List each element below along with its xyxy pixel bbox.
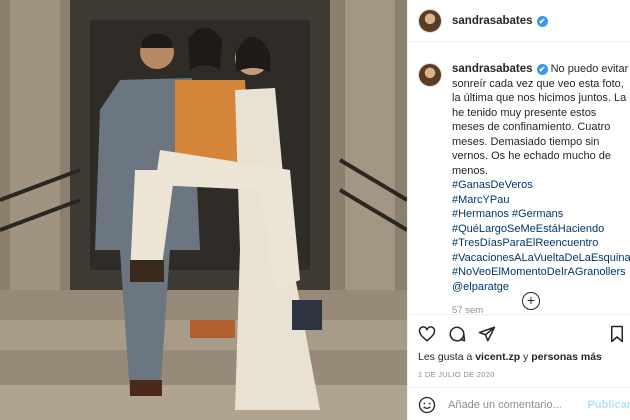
share-icon[interactable]: [478, 325, 496, 343]
publish-button[interactable]: Publicar: [588, 399, 630, 411]
caption-block: sandrasabates ✔ No puedo evitar sonreír c…: [418, 62, 630, 319]
comment-icon[interactable]: [448, 325, 466, 343]
post-side-panel: sandrasabates ✔ sandrasabates ✔ No puedo e…: [407, 0, 630, 420]
emoji-icon[interactable]: [418, 396, 436, 414]
post-date[interactable]: 1 DE JULIO DE 2020: [418, 370, 495, 379]
comment-input[interactable]: [448, 398, 578, 411]
caption-username[interactable]: sandrasabates ✔: [452, 63, 548, 75]
username-header[interactable]: sandrasabates ✔: [452, 15, 548, 27]
verified-icon: ✔: [536, 15, 548, 27]
hashtag[interactable]: #NoVeoElMomentoDeIrAGranollers: [452, 265, 630, 280]
post-actions: Les gusta a vicent.zp y personas más 1 D…: [408, 314, 630, 420]
likes-others[interactable]: personas más: [531, 351, 602, 363]
mention[interactable]: @elparatge: [452, 280, 630, 295]
caption-verified-icon: ✔: [536, 64, 548, 75]
hashtag[interactable]: #MarcYPau: [452, 193, 630, 208]
action-icons: [418, 325, 496, 343]
post-photo[interactable]: [0, 0, 407, 420]
likes-suffix: y: [520, 351, 532, 363]
photo-illustration: [0, 0, 407, 420]
caption-text-block: sandrasabates ✔ No puedo evitar sonreír c…: [452, 62, 630, 319]
bookmark-icon[interactable]: [609, 325, 625, 343]
load-more-comments-plus-icon[interactable]: +: [522, 292, 540, 310]
post-header: sandrasabates ✔: [408, 0, 630, 42]
hashtag[interactable]: #TresDíasParaElReencuentro: [452, 236, 630, 251]
avatar[interactable]: [418, 8, 442, 33]
hashtag[interactable]: #VacacionesALaVueltaDeLaEsquina: [452, 251, 630, 266]
likes-line: Les gusta a vicent.zp y personas más: [418, 351, 602, 363]
caption-text: No puedo evitar sonreír cada vez que veo…: [452, 63, 629, 177]
comment-bar: Publicar: [408, 387, 630, 420]
caption-avatar[interactable]: [418, 63, 442, 87]
likes-user[interactable]: vicent.zp: [475, 351, 520, 363]
caption-username-text[interactable]: sandrasabates: [452, 63, 533, 75]
heart-icon[interactable]: [418, 325, 436, 343]
username-text[interactable]: sandrasabates: [452, 15, 533, 27]
hashtag[interactable]: #Hermanos #Germans: [452, 207, 630, 222]
hashtag[interactable]: #QuéLargoSeMeEstáHaciendo: [452, 222, 630, 237]
hashtag[interactable]: #GanasDeVeros: [452, 178, 630, 193]
likes-prefix: Les gusta a: [418, 351, 476, 363]
